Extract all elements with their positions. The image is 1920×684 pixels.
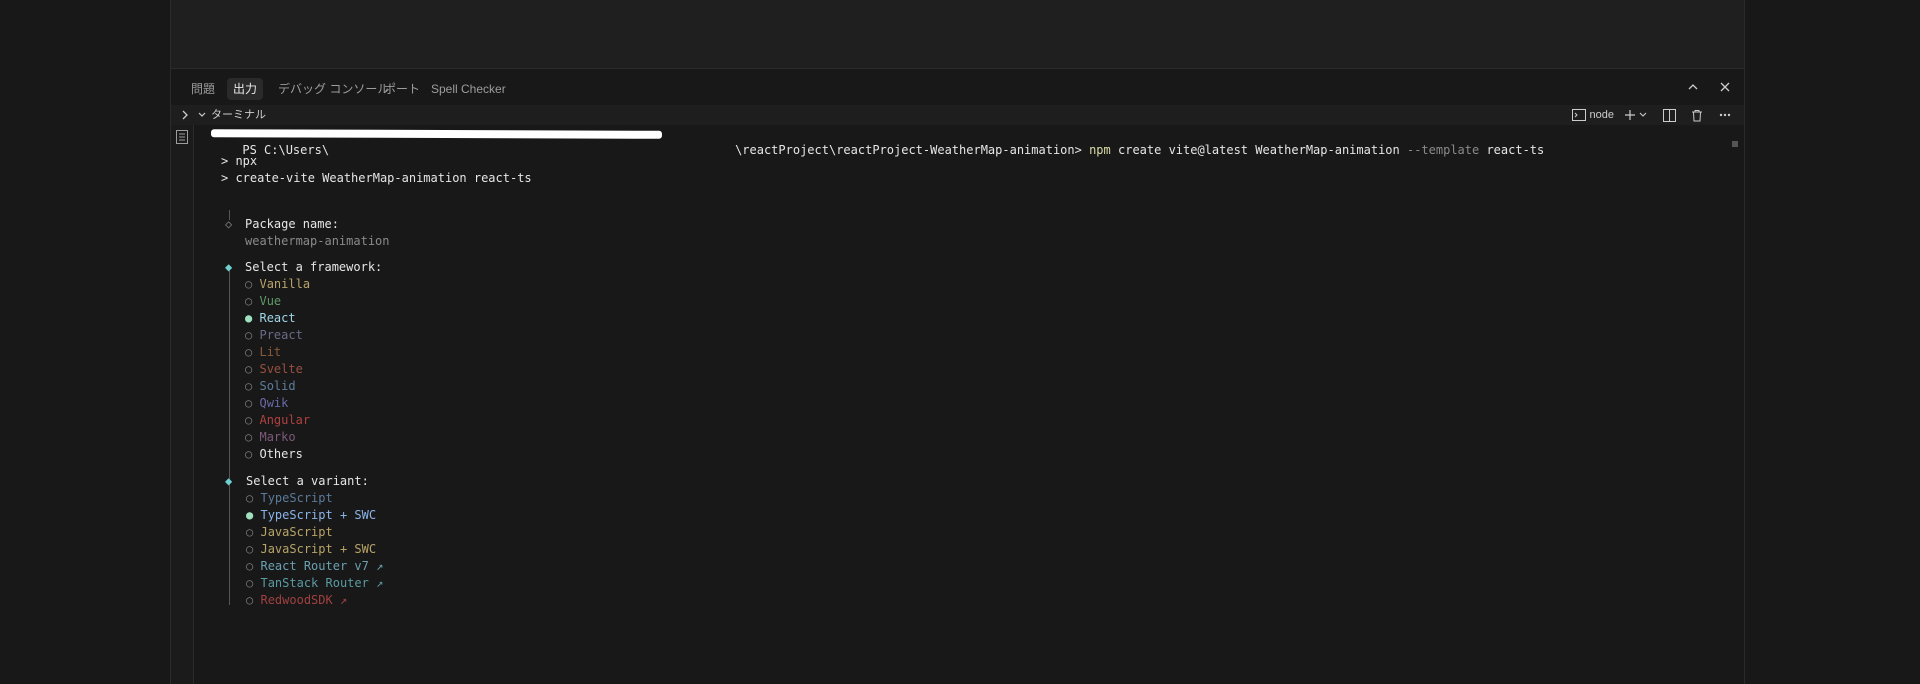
terminal-instance-node[interactable]: node (1571, 109, 1614, 121)
variant-option[interactable]: ○ JavaScript + SWC (246, 541, 376, 558)
framework-option[interactable]: ○ Vanilla (245, 276, 310, 293)
framework-option[interactable]: ○ Solid (245, 378, 296, 395)
terminal-title-label: ターミナル (211, 109, 266, 121)
framework-option-selected[interactable]: ● React (245, 310, 296, 327)
shell-label: node (1589, 109, 1614, 121)
framework-option[interactable]: ○ Preact (245, 327, 303, 344)
tab-output[interactable]: 出力 (227, 78, 264, 100)
variant-option[interactable]: ○ React Router v7 ↗ (246, 558, 383, 575)
tab-problems[interactable]: 問題 (191, 79, 215, 99)
panel-tabbar: 問題 出力 デバッグ コンソール ポート Spell Checker (171, 69, 1744, 105)
left-background (0, 0, 170, 684)
scrollbar-marker[interactable] (1732, 141, 1738, 147)
npx-line-2: > create-vite WeatherMap-animation react… (221, 171, 532, 185)
close-icon[interactable] (1716, 78, 1734, 96)
more-actions-icon[interactable] (1716, 106, 1734, 124)
redaction-mark (210, 129, 663, 139)
guide-line (229, 265, 230, 605)
chevron-right-icon[interactable] (177, 107, 193, 123)
framework-option[interactable]: ○ Angular (245, 412, 310, 429)
terminal-title[interactable]: ターミナル (197, 105, 266, 125)
framework-option[interactable]: ○ Marko (245, 429, 296, 446)
step-active-icon: ◆ (225, 260, 233, 274)
tab-spell-checker[interactable]: Spell Checker (431, 79, 506, 99)
right-background (1745, 0, 1920, 684)
variant-option[interactable]: ○ RedwoodSDK ↗ (246, 592, 347, 609)
framework-option[interactable]: ○ Lit (245, 344, 281, 361)
terminal-toolbar: node (1571, 105, 1734, 125)
framework-option[interactable]: ○ Qwik (245, 395, 288, 412)
framework-option[interactable]: ○ Vue (245, 293, 281, 310)
framework-option[interactable]: ○ Others (245, 446, 303, 463)
tab-debug-console[interactable]: デバッグ コンソール (278, 79, 389, 99)
command-decoration-icon[interactable] (176, 130, 188, 144)
step-done-icon: ◇ (225, 217, 233, 231)
terminal-gutter (171, 125, 194, 684)
package-value: weathermap-animation (245, 234, 390, 248)
terminal-output[interactable]: PS C:\Users\ \reactProject\reactProject-W… (210, 125, 1732, 684)
framework-option[interactable]: ○ Svelte (245, 361, 303, 378)
package-prompt: Package name: (245, 217, 339, 231)
maximize-panel-icon[interactable] (1684, 78, 1702, 96)
trash-icon[interactable] (1688, 106, 1706, 124)
variant-prompt: Select a variant: (246, 474, 369, 488)
cmd-args: create vite@latest WeatherMap-animation (1110, 143, 1407, 157)
framework-prompt: Select a framework: (245, 260, 383, 274)
step-active-icon: ◆ (225, 474, 233, 488)
tab-ports[interactable]: ポート (384, 79, 420, 99)
chevron-down-icon (198, 112, 206, 117)
npx-line-1: > npx (221, 154, 258, 168)
variant-option[interactable]: ○ TypeScript (246, 490, 333, 507)
editor-area (170, 0, 1745, 68)
cmd-template: react-ts (1479, 143, 1545, 157)
cmd-npm: npm (1089, 143, 1111, 157)
bottom-panel: 問題 出力 デバッグ コンソール ポート Spell Checker ターミナル… (170, 68, 1745, 684)
split-terminal-icon[interactable] (1660, 106, 1678, 124)
panel-actions (1684, 78, 1734, 96)
variant-option-selected[interactable]: ● TypeScript + SWC (246, 507, 376, 524)
prompt-path: \reactProject\reactProject-WeatherMap-an… (735, 143, 1082, 157)
terminal-section-header: ターミナル node (171, 105, 1744, 125)
variant-option[interactable]: ○ JavaScript (246, 524, 333, 541)
new-terminal-plus-icon[interactable] (1624, 106, 1650, 124)
cmd-flag: --template (1406, 143, 1480, 157)
terminal-icon (1571, 109, 1586, 121)
variant-option[interactable]: ○ TanStack Router ↗ (246, 575, 383, 592)
